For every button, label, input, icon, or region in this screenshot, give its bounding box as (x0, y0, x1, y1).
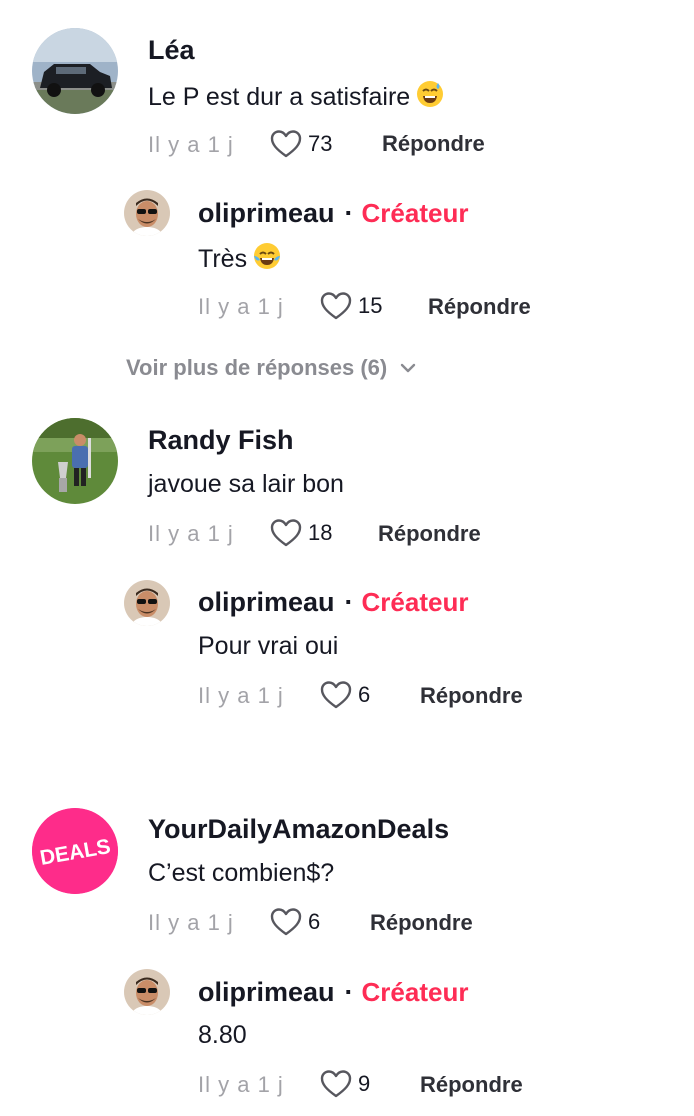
reply-text: Pour vrai oui (198, 632, 339, 660)
sweat-smile-emoji-icon (416, 80, 444, 115)
comment-author[interactable]: Randy Fish (148, 424, 294, 456)
like-button[interactable]: 6 (270, 907, 320, 937)
reply-like-button[interactable]: 15 (320, 291, 382, 321)
like-count: 9 (358, 1071, 371, 1096)
like-count: 73 (308, 131, 333, 156)
reply-author-name[interactable]: oliprimeau (198, 587, 335, 617)
separator-dot: · (344, 587, 354, 617)
avatar-yourdailyamazondeals[interactable]: DEALS (32, 808, 118, 894)
heart-icon (320, 1070, 352, 1098)
like-count: 15 (358, 293, 383, 318)
reply-button[interactable]: Répondre (428, 294, 531, 320)
like-button[interactable]: 18 (270, 518, 332, 548)
reply-like-button[interactable]: 9 (320, 1069, 370, 1099)
creator-badge: Créateur (361, 587, 469, 617)
like-button[interactable]: 73 (270, 129, 332, 159)
tears-of-joy-emoji-icon (253, 242, 281, 277)
reply-text: 8.80 (198, 1021, 247, 1049)
comment-text: Le P est dur a satisfaire (148, 80, 444, 115)
reply-text: Très (198, 242, 281, 277)
heart-icon (320, 681, 352, 709)
comment-text-content: Le P est dur a satisfaire (148, 83, 411, 111)
view-more-replies-button[interactable]: Voir plus de réponses (6) (126, 355, 417, 381)
reply-button[interactable]: Répondre (378, 521, 481, 547)
reply-like-button[interactable]: 6 (320, 680, 370, 710)
reply-author-name[interactable]: oliprimeau (198, 198, 335, 228)
avatar-oliprimeau[interactable] (124, 969, 170, 1015)
view-more-replies-label: Voir plus de réponses (6) (126, 355, 388, 380)
reply-button[interactable]: Répondre (382, 131, 485, 157)
comment-time: Il y a 1 j (148, 910, 234, 935)
comment-author[interactable]: YourDailyAmazonDeals (148, 813, 449, 845)
creator-badge: Créateur (361, 977, 469, 1007)
reply-author: oliprimeau · Créateur (198, 197, 468, 229)
heart-icon (270, 130, 302, 158)
reply-time: Il y a 1 j (198, 683, 284, 708)
reply-time: Il y a 1 j (198, 1072, 284, 1097)
comment-time: Il y a 1 j (148, 521, 234, 546)
chevron-down-icon (401, 363, 416, 373)
reply-button[interactable]: Répondre (420, 1072, 523, 1098)
reply-author: oliprimeau · Créateur (198, 586, 468, 618)
avatar-randy-fish[interactable] (32, 418, 118, 504)
reply-author-name[interactable]: oliprimeau (198, 977, 335, 1007)
comment-text: javoue sa lair bon (148, 470, 344, 498)
separator-dot: · (344, 198, 354, 228)
avatar-lea[interactable] (32, 28, 118, 114)
comment-time: Il y a 1 j (148, 132, 234, 157)
like-count: 6 (308, 909, 321, 934)
like-count: 18 (308, 520, 333, 545)
heart-icon (270, 519, 302, 547)
separator-dot: · (344, 977, 354, 1007)
reply-button[interactable]: Répondre (370, 910, 473, 936)
reply-button[interactable]: Répondre (420, 683, 523, 709)
heart-icon (320, 292, 352, 320)
heart-icon (270, 908, 302, 936)
reply-author: oliprimeau · Créateur (198, 976, 468, 1008)
comment-author[interactable]: Léa (148, 34, 195, 66)
creator-badge: Créateur (361, 198, 469, 228)
reply-text-content: Très (198, 245, 248, 273)
reply-time: Il y a 1 j (198, 294, 284, 319)
avatar-oliprimeau[interactable] (124, 190, 170, 236)
like-count: 6 (358, 682, 371, 707)
comment-text: C’est combien$? (148, 859, 335, 887)
avatar-oliprimeau[interactable] (124, 580, 170, 626)
